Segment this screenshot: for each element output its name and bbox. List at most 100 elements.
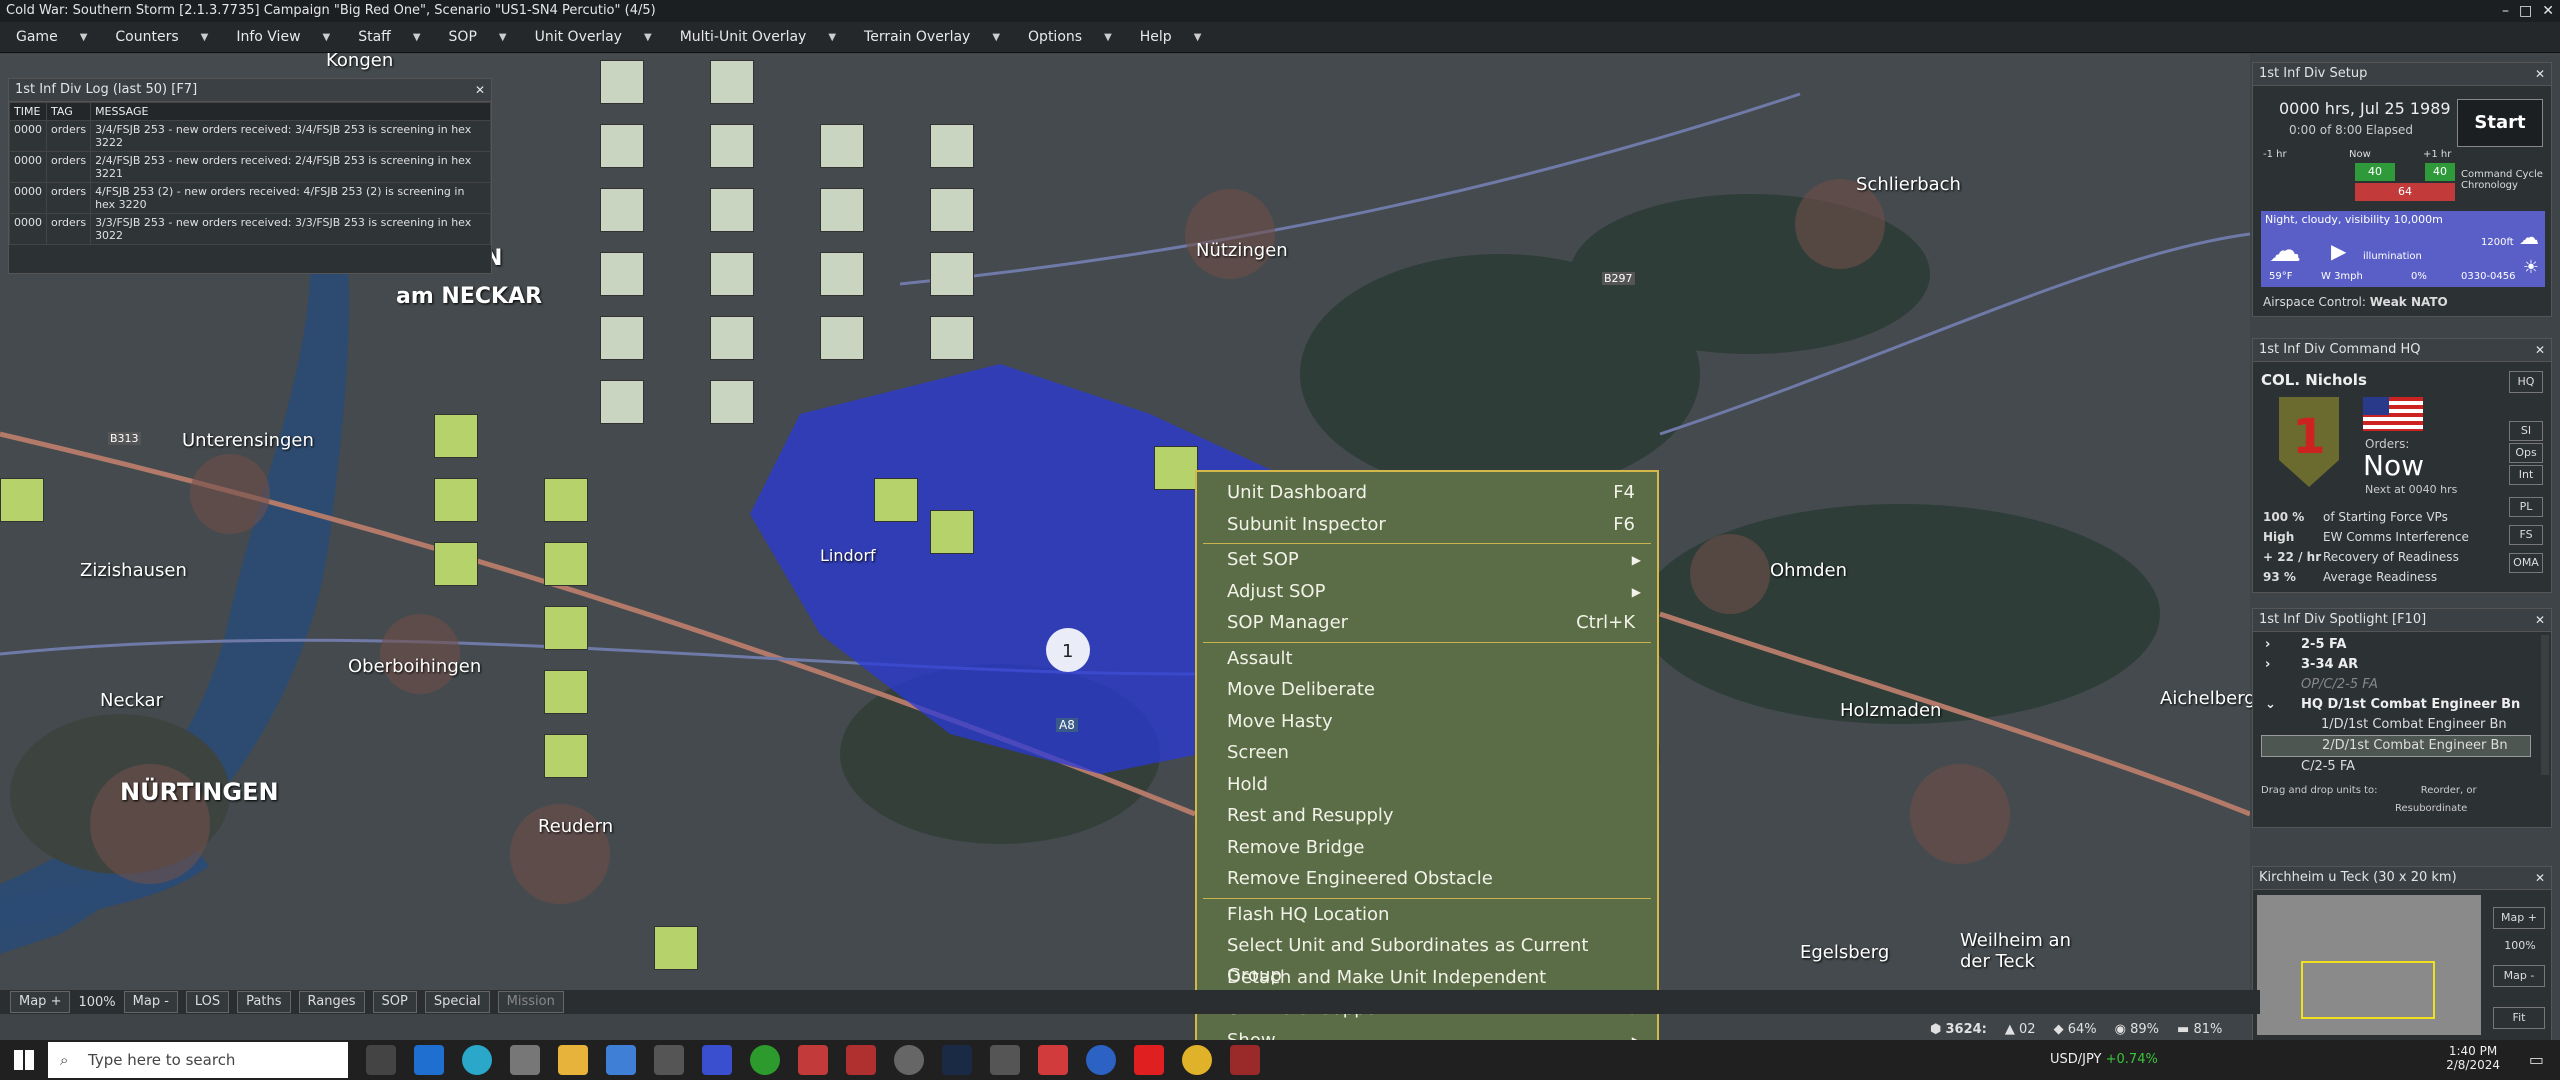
- start-button[interactable]: Start: [2457, 99, 2543, 147]
- context-menu-item[interactable]: SOP Manager Ctrl+K: [1227, 608, 1645, 638]
- menu-help[interactable]: Help ▼: [1140, 29, 1202, 45]
- menu-terrain-overlay[interactable]: Terrain Overlay ▼: [864, 29, 1000, 45]
- fs-button[interactable]: FS: [2509, 525, 2543, 545]
- unit-counter[interactable]: [710, 252, 754, 296]
- app-icon[interactable]: [798, 1045, 828, 1075]
- app-icon[interactable]: [654, 1045, 684, 1075]
- unit-counter[interactable]: [600, 60, 644, 104]
- hq-button[interactable]: HQ: [2509, 371, 2543, 393]
- tree-item[interactable]: › 2-5 FA: [2261, 635, 2531, 655]
- col-tag[interactable]: TAG: [45, 102, 92, 121]
- context-menu-item[interactable]: Select Unit and Subordinates as Current …: [1227, 931, 1645, 986]
- maximize-icon[interactable]: □: [2519, 0, 2532, 22]
- tree-item[interactable]: 2/D/1st Combat Engineer Bn: [2261, 735, 2531, 757]
- map-zoom-out-button[interactable]: Map -: [2493, 965, 2545, 987]
- tree-item[interactable]: ⌄ HQ D/1st Combat Engineer Bn: [2261, 695, 2531, 715]
- facebook-icon[interactable]: [1086, 1045, 1116, 1075]
- context-menu-item[interactable]: Move Deliberate: [1227, 675, 1645, 705]
- context-menu-item[interactable]: Remove Engineered Obstacle: [1227, 864, 1645, 894]
- unit-counter[interactable]: [820, 188, 864, 232]
- map-plus-button[interactable]: Map +: [10, 991, 71, 1013]
- menu-info-view[interactable]: Info View ▼: [236, 29, 330, 45]
- app-icon[interactable]: [894, 1045, 924, 1075]
- unit-counter[interactable]: [820, 316, 864, 360]
- table-row[interactable]: 0000 orders 4/FSJB 253 (2) - new orders re…: [9, 182, 491, 214]
- col-message[interactable]: MESSAGE: [90, 102, 491, 121]
- unit-counter[interactable]: [544, 478, 588, 522]
- steam-icon[interactable]: [942, 1045, 972, 1075]
- close-icon[interactable]: ✕: [2535, 63, 2545, 85]
- unit-counter[interactable]: [930, 316, 974, 360]
- table-row[interactable]: 0000 orders 2/4/FSJB 253 - new orders rece…: [9, 151, 491, 183]
- mail-icon[interactable]: [414, 1045, 444, 1075]
- menu-multi-unit-overlay[interactable]: Multi-Unit Overlay ▼: [680, 29, 836, 45]
- unit-counter[interactable]: [710, 188, 754, 232]
- system-clock[interactable]: 1:40 PM 2/8/2024: [2446, 1044, 2500, 1072]
- menu-counters[interactable]: Counters ▼: [115, 29, 208, 45]
- unit-counter[interactable]: [930, 252, 974, 296]
- table-row[interactable]: 0000 orders 3/4/FSJB 253 - new orders rece…: [9, 120, 491, 152]
- tree-item[interactable]: C/2-5 FA: [2261, 757, 2531, 777]
- app-icon[interactable]: [702, 1045, 732, 1075]
- map-fit-button[interactable]: Fit: [2493, 1007, 2545, 1029]
- unit-counter[interactable]: [874, 478, 918, 522]
- game-icon[interactable]: [1230, 1045, 1260, 1075]
- youtube-icon[interactable]: [1134, 1045, 1164, 1075]
- menu-sop[interactable]: SOP ▼: [449, 29, 507, 45]
- menu-game[interactable]: Game ▼: [16, 29, 87, 45]
- sop-button[interactable]: SOP: [372, 991, 417, 1013]
- minimap-view[interactable]: [2257, 895, 2481, 1035]
- context-menu-item[interactable]: Screen: [1227, 738, 1645, 768]
- unit-counter[interactable]: [600, 124, 644, 168]
- menu-unit-overlay[interactable]: Unit Overlay ▼: [535, 29, 652, 45]
- close-icon[interactable]: ✕: [2535, 867, 2545, 889]
- context-menu-item[interactable]: Remove Bridge: [1227, 833, 1645, 863]
- ops-button[interactable]: Ops: [2509, 443, 2543, 463]
- play-icon[interactable]: ▶: [2331, 239, 2346, 263]
- context-menu-item[interactable]: Set SOP ▶: [1227, 545, 1645, 575]
- map-minus-button[interactable]: Map -: [123, 991, 178, 1013]
- unit-counter[interactable]: [930, 510, 974, 554]
- special-button[interactable]: Special: [424, 991, 490, 1013]
- los-button[interactable]: LOS: [185, 991, 230, 1013]
- unit-counter[interactable]: [710, 60, 754, 104]
- unit-counter[interactable]: [930, 124, 974, 168]
- close-icon[interactable]: ✕: [2542, 0, 2554, 22]
- table-row[interactable]: 0000 orders 3/3/FSJB 253 - new orders rece…: [9, 213, 491, 245]
- context-menu-item[interactable]: Detach and Make Unit Independent: [1227, 963, 1645, 993]
- tree-item[interactable]: OP/C/2-5 FA: [2261, 675, 2531, 695]
- close-icon[interactable]: ✕: [2535, 339, 2545, 361]
- app-icon[interactable]: [846, 1045, 876, 1075]
- unit-counter[interactable]: [434, 542, 478, 586]
- minimap-viewport[interactable]: [2301, 961, 2435, 1019]
- app-icon[interactable]: [510, 1045, 540, 1075]
- mission-button[interactable]: Mission: [497, 991, 564, 1013]
- unit-counter[interactable]: [544, 734, 588, 778]
- pl-button[interactable]: PL: [2509, 497, 2543, 517]
- log-panel-header[interactable]: 1st Inf Div Log (last 50) [F7] ✕: [9, 79, 491, 102]
- unit-counter[interactable]: [600, 188, 644, 232]
- minimize-icon[interactable]: –: [2502, 0, 2509, 22]
- task-view-icon[interactable]: [366, 1045, 396, 1075]
- close-icon[interactable]: ✕: [475, 79, 485, 101]
- tree-item[interactable]: 1/D/1st Combat Engineer Bn: [2261, 715, 2531, 735]
- notification-icon[interactable]: ▭: [2529, 1050, 2544, 1069]
- unit-counter[interactable]: [710, 316, 754, 360]
- unit-counter[interactable]: [600, 252, 644, 296]
- unit-counter[interactable]: [600, 316, 644, 360]
- store-icon[interactable]: [606, 1045, 636, 1075]
- menu-staff[interactable]: Staff ▼: [358, 29, 420, 45]
- unit-counter[interactable]: [0, 478, 44, 522]
- ranges-button[interactable]: Ranges: [298, 991, 365, 1013]
- context-menu-item[interactable]: Assault: [1227, 644, 1645, 674]
- unit-counter[interactable]: [820, 252, 864, 296]
- col-time[interactable]: TIME: [9, 102, 47, 121]
- context-menu-item[interactable]: Rest and Resupply: [1227, 801, 1645, 831]
- unit-counter[interactable]: [434, 414, 478, 458]
- xbox-icon[interactable]: [750, 1045, 780, 1075]
- context-menu-item[interactable]: Flash HQ Location: [1227, 900, 1645, 930]
- map-zoom-in-button[interactable]: Map +: [2493, 907, 2545, 929]
- si-button[interactable]: SI: [2509, 421, 2543, 441]
- unit-counter[interactable]: [820, 124, 864, 168]
- unit-counter[interactable]: [544, 606, 588, 650]
